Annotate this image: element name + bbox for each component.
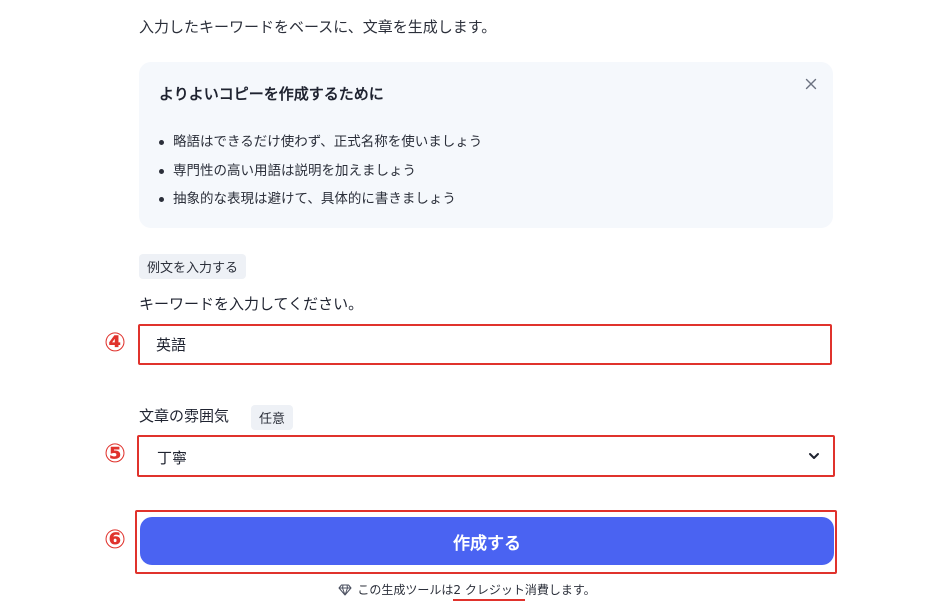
- keyword-label: キーワードを入力してください。: [139, 295, 364, 313]
- insert-example-button[interactable]: 例文を入力する: [139, 254, 247, 279]
- tone-selected-value: 丁寧: [157, 449, 188, 467]
- create-button[interactable]: 作成する: [140, 517, 834, 565]
- tips-title: よりよいコピーを作成するために: [159, 85, 384, 103]
- tips-item: 抽象的な表現は避けて、具体的に書きましょう: [159, 185, 482, 214]
- credit-note-suffix: 消費します。: [524, 583, 596, 597]
- optional-badge: 任意: [251, 405, 294, 430]
- tone-label: 文章の雰囲気: [139, 407, 230, 425]
- tips-item: 専門性の高い用語は説明を加えましょう: [159, 157, 482, 186]
- tone-select[interactable]: 丁寧: [137, 435, 835, 477]
- tips-item: 略語はできるだけ使わず、正式名称を使いましょう: [159, 128, 482, 157]
- close-icon[interactable]: [803, 76, 819, 92]
- tips-panel: よりよいコピーを作成するために 略語はできるだけ使わず、正式名称を使いましょう …: [139, 62, 833, 228]
- annotation-marker-6: ⑥: [104, 525, 127, 555]
- annotation-marker-4: ④: [104, 328, 127, 358]
- tips-list: 略語はできるだけ使わず、正式名称を使いましょう 専門性の高い用語は説明を加えまし…: [159, 128, 482, 214]
- intro-text: 入力したキーワードをベースに、文章を生成します。: [139, 18, 497, 36]
- credit-note-prefix: この生成ツールは: [357, 583, 454, 597]
- credit-amount: 2 クレジット: [453, 583, 526, 601]
- diamond-icon: [338, 584, 352, 599]
- credit-note: この生成ツールは2 クレジット消費します。: [0, 581, 934, 601]
- annotation-marker-5: ⑤: [104, 439, 127, 469]
- keyword-input[interactable]: [138, 324, 832, 365]
- chevron-down-icon: [807, 451, 821, 461]
